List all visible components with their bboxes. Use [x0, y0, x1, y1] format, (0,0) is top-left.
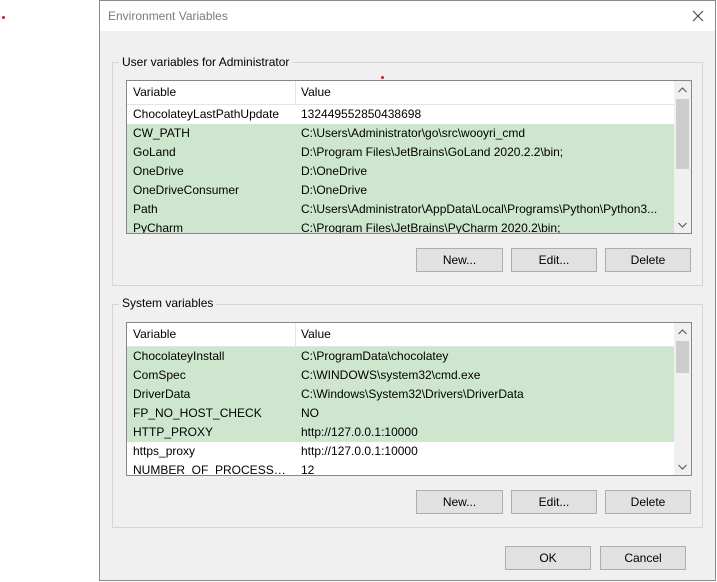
chevron-up-icon — [678, 328, 687, 334]
table-row[interactable]: NUMBER_OF_PROCESSORS 12 — [127, 461, 674, 476]
system-delete-button[interactable]: Delete — [605, 490, 691, 514]
close-icon — [692, 10, 704, 22]
table-row[interactable]: ChocolateyLastPathUpdate 132449552850438… — [127, 105, 674, 124]
stray-dot — [381, 76, 384, 79]
variable-value: http://127.0.0.1:10000 — [301, 425, 418, 439]
table-row[interactable]: OneDrive D:\OneDrive — [127, 162, 674, 181]
variable-value: C:\Users\Administrator\go\src\wooyri_cmd — [301, 126, 526, 140]
variable-name: FP_NO_HOST_CHECK — [133, 406, 262, 420]
list-header: Variable Value — [127, 81, 674, 105]
user-new-button[interactable]: New... — [416, 248, 503, 272]
variable-value: D:\Program Files\JetBrains\GoLand 2020.2… — [301, 145, 564, 159]
scroll-thumb[interactable] — [676, 341, 689, 373]
variable-name: ChocolateyInstall — [133, 349, 225, 363]
title-bar: Environment Variables — [100, 1, 715, 31]
variable-name: Path — [133, 202, 158, 216]
system-variables-list[interactable]: Variable Value ChocolateyInstall C:\Prog… — [126, 322, 692, 476]
scroll-down-button[interactable] — [674, 458, 691, 475]
user-delete-button[interactable]: Delete — [605, 248, 691, 272]
close-button[interactable] — [681, 1, 715, 31]
table-row[interactable]: https_proxy http://127.0.0.1:10000 — [127, 442, 674, 461]
variable-name: PyCharm — [133, 221, 184, 234]
table-row[interactable]: PyCharm C:\Program Files\JetBrains\PyCha… — [127, 219, 674, 234]
variable-name: OneDriveConsumer — [133, 183, 240, 197]
column-header-value[interactable]: Value — [295, 323, 675, 346]
user-variables-label: User variables for Administrator — [119, 55, 293, 69]
stray-dot — [2, 16, 5, 19]
dialog-title: Environment Variables — [108, 9, 228, 23]
variable-value: 132449552850438698 — [301, 107, 422, 121]
variable-value: D:\OneDrive — [301, 183, 368, 197]
chevron-down-icon — [678, 464, 687, 470]
variable-value: C:\ProgramData\chocolatey — [301, 349, 449, 363]
table-row[interactable]: FP_NO_HOST_CHECK NO — [127, 404, 674, 423]
vertical-scrollbar[interactable] — [674, 323, 691, 475]
variable-value: NO — [301, 406, 319, 420]
scroll-up-button[interactable] — [674, 323, 691, 340]
variable-value: http://127.0.0.1:10000 — [301, 444, 418, 458]
environment-variables-dialog: Environment Variables User variables for… — [99, 0, 716, 581]
variable-name: CW_PATH — [133, 126, 190, 140]
variable-name: DriverData — [133, 387, 191, 401]
cancel-button[interactable]: Cancel — [600, 546, 686, 570]
system-new-button[interactable]: New... — [416, 490, 503, 514]
variable-value: C:\WINDOWS\system32\cmd.exe — [301, 368, 481, 382]
table-row[interactable]: CW_PATH C:\Users\Administrator\go\src\wo… — [127, 124, 674, 143]
column-header-value[interactable]: Value — [295, 81, 675, 104]
variable-value: C:\Program Files\JetBrains\PyCharm 2020.… — [301, 221, 561, 234]
variable-value: 12 — [301, 463, 315, 476]
variable-name: ComSpec — [133, 368, 186, 382]
column-header-variable[interactable]: Variable — [127, 323, 295, 346]
variable-name: HTTP_PROXY — [133, 425, 214, 439]
table-row[interactable]: ChocolateyInstall C:\ProgramData\chocola… — [127, 347, 674, 366]
chevron-up-icon — [678, 86, 687, 92]
user-edit-button[interactable]: Edit... — [511, 248, 597, 272]
variable-value: C:\Windows\System32\Drivers\DriverData — [301, 387, 524, 401]
table-row[interactable]: GoLand D:\Program Files\JetBrains\GoLand… — [127, 143, 674, 162]
table-row[interactable]: Path C:\Users\Administrator\AppData\Loca… — [127, 200, 674, 219]
table-row[interactable]: HTTP_PROXY http://127.0.0.1:10000 — [127, 423, 674, 442]
vertical-scrollbar[interactable] — [674, 81, 691, 233]
scroll-down-button[interactable] — [674, 216, 691, 233]
variable-name: https_proxy — [133, 444, 196, 458]
scroll-thumb[interactable] — [676, 99, 689, 169]
table-row[interactable]: OneDriveConsumer D:\OneDrive — [127, 181, 674, 200]
chevron-down-icon — [678, 222, 687, 228]
variable-name: ChocolateyLastPathUpdate — [133, 107, 280, 121]
scroll-up-button[interactable] — [674, 81, 691, 98]
table-row[interactable]: ComSpec C:\WINDOWS\system32\cmd.exe — [127, 366, 674, 385]
table-row[interactable]: DriverData C:\Windows\System32\Drivers\D… — [127, 385, 674, 404]
system-variables-label: System variables — [119, 296, 217, 310]
variable-value: C:\Users\Administrator\AppData\Local\Pro… — [301, 202, 658, 216]
ok-button[interactable]: OK — [505, 546, 591, 570]
list-header: Variable Value — [127, 323, 674, 347]
user-variables-list[interactable]: Variable Value ChocolateyLastPathUpdate … — [126, 80, 692, 234]
column-header-variable[interactable]: Variable — [127, 81, 295, 104]
variable-name: OneDrive — [133, 164, 184, 178]
variable-value: D:\OneDrive — [301, 164, 368, 178]
variable-name: NUMBER_OF_PROCESSORS — [133, 463, 295, 476]
variable-name: GoLand — [133, 145, 176, 159]
system-edit-button[interactable]: Edit... — [511, 490, 597, 514]
